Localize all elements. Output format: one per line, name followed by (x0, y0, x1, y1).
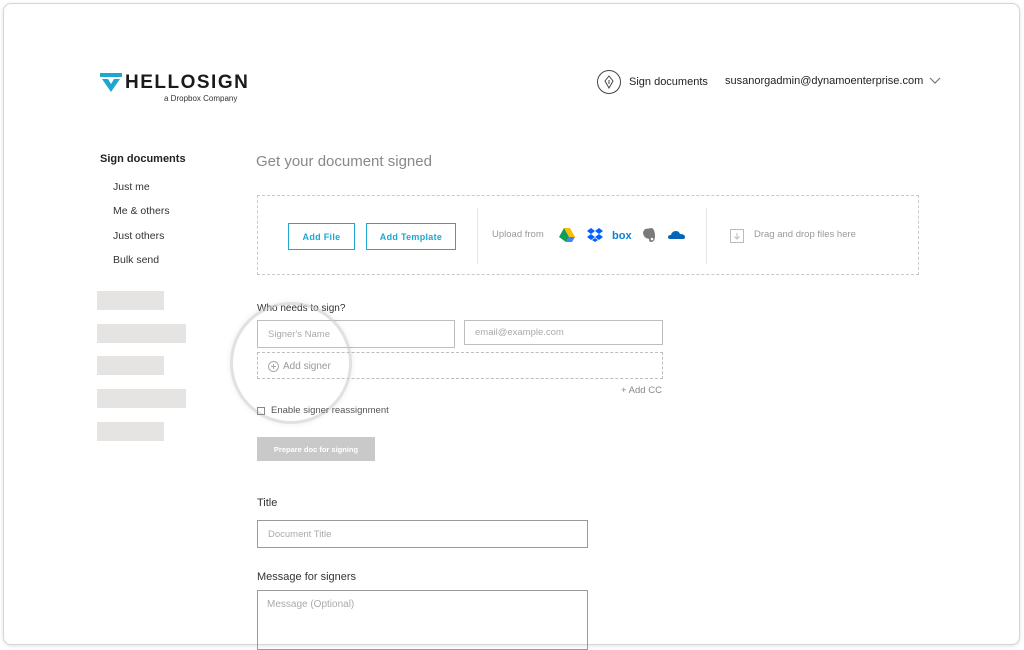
divider (706, 208, 707, 264)
sidebar-placeholder (97, 422, 164, 441)
who-needs-to-sign-label: Who needs to sign? (257, 303, 346, 314)
signer-email-placeholder: email@example.com (475, 327, 564, 338)
prepare-doc-button[interactable]: Prepare doc for signing (257, 437, 375, 461)
upload-panel: Add File Add Template Upload from box Dr… (257, 195, 919, 275)
reassignment-checkbox[interactable] (257, 406, 265, 415)
sidebar-placeholder (97, 356, 164, 375)
sidebar-placeholder (97, 324, 186, 343)
divider (477, 208, 478, 264)
sidebar-placeholder (97, 291, 164, 310)
title-label: Title (257, 497, 278, 509)
add-template-button[interactable]: Add Template (366, 223, 456, 250)
box-icon[interactable]: box (612, 226, 632, 244)
google-drive-icon[interactable] (558, 226, 576, 244)
logo-wordmark: HELLOSIGN (125, 72, 250, 93)
drag-drop-label: Drag and drop files here (754, 229, 856, 240)
account-menu[interactable]: susanorgadmin@dynamoenterprise.com (725, 75, 941, 87)
add-cc-link[interactable]: + Add CC (621, 385, 662, 396)
upload-from-label: Upload from (492, 229, 544, 240)
page-title: Get your document signed (256, 153, 432, 170)
sidebar-title[interactable]: Sign documents (100, 153, 186, 165)
logo-tagline: a Dropbox Company (164, 94, 238, 103)
add-signer-label: Add signer (283, 361, 331, 372)
sidebar-item-just-others[interactable]: Just others (113, 230, 164, 242)
sidebar-item-just-me[interactable]: Just me (113, 181, 150, 193)
onedrive-icon[interactable] (667, 226, 687, 244)
download-icon (730, 229, 744, 243)
message-textarea[interactable]: Message (Optional) (257, 590, 588, 650)
account-email: susanorgadmin@dynamoenterprise.com (725, 75, 924, 87)
sidebar-item-bulk-send[interactable]: Bulk send (113, 254, 159, 266)
signer-email-input[interactable]: email@example.com (464, 320, 663, 345)
document-title-input[interactable]: Document Title (257, 520, 588, 548)
add-file-button[interactable]: Add File (288, 223, 355, 250)
sidebar-item-me-and-others[interactable]: Me & others (113, 205, 170, 217)
pen-icon (597, 70, 621, 94)
sidebar-placeholder (97, 389, 186, 408)
evernote-icon[interactable] (640, 226, 658, 244)
message-label: Message for signers (257, 571, 357, 583)
hellosign-mark-icon (100, 73, 122, 92)
document-title-placeholder: Document Title (268, 528, 332, 540)
signer-name-input[interactable]: Signer's Name (257, 320, 455, 348)
signer-name-placeholder: Signer's Name (268, 328, 331, 340)
sign-documents-link: Sign documents (629, 76, 708, 88)
dropbox-icon[interactable] (586, 226, 604, 244)
header-sign-documents[interactable]: Sign documents (597, 70, 708, 94)
enable-reassignment-label: Enable signer reassignment (271, 405, 389, 416)
plus-circle-icon (268, 361, 279, 372)
svg-text:box: box (612, 230, 632, 242)
message-placeholder: Message (Optional) (267, 599, 355, 610)
chevron-down-icon (929, 77, 941, 84)
enable-reassignment-row[interactable]: Enable signer reassignment (257, 405, 389, 416)
add-signer-button[interactable]: Add signer (257, 352, 663, 379)
